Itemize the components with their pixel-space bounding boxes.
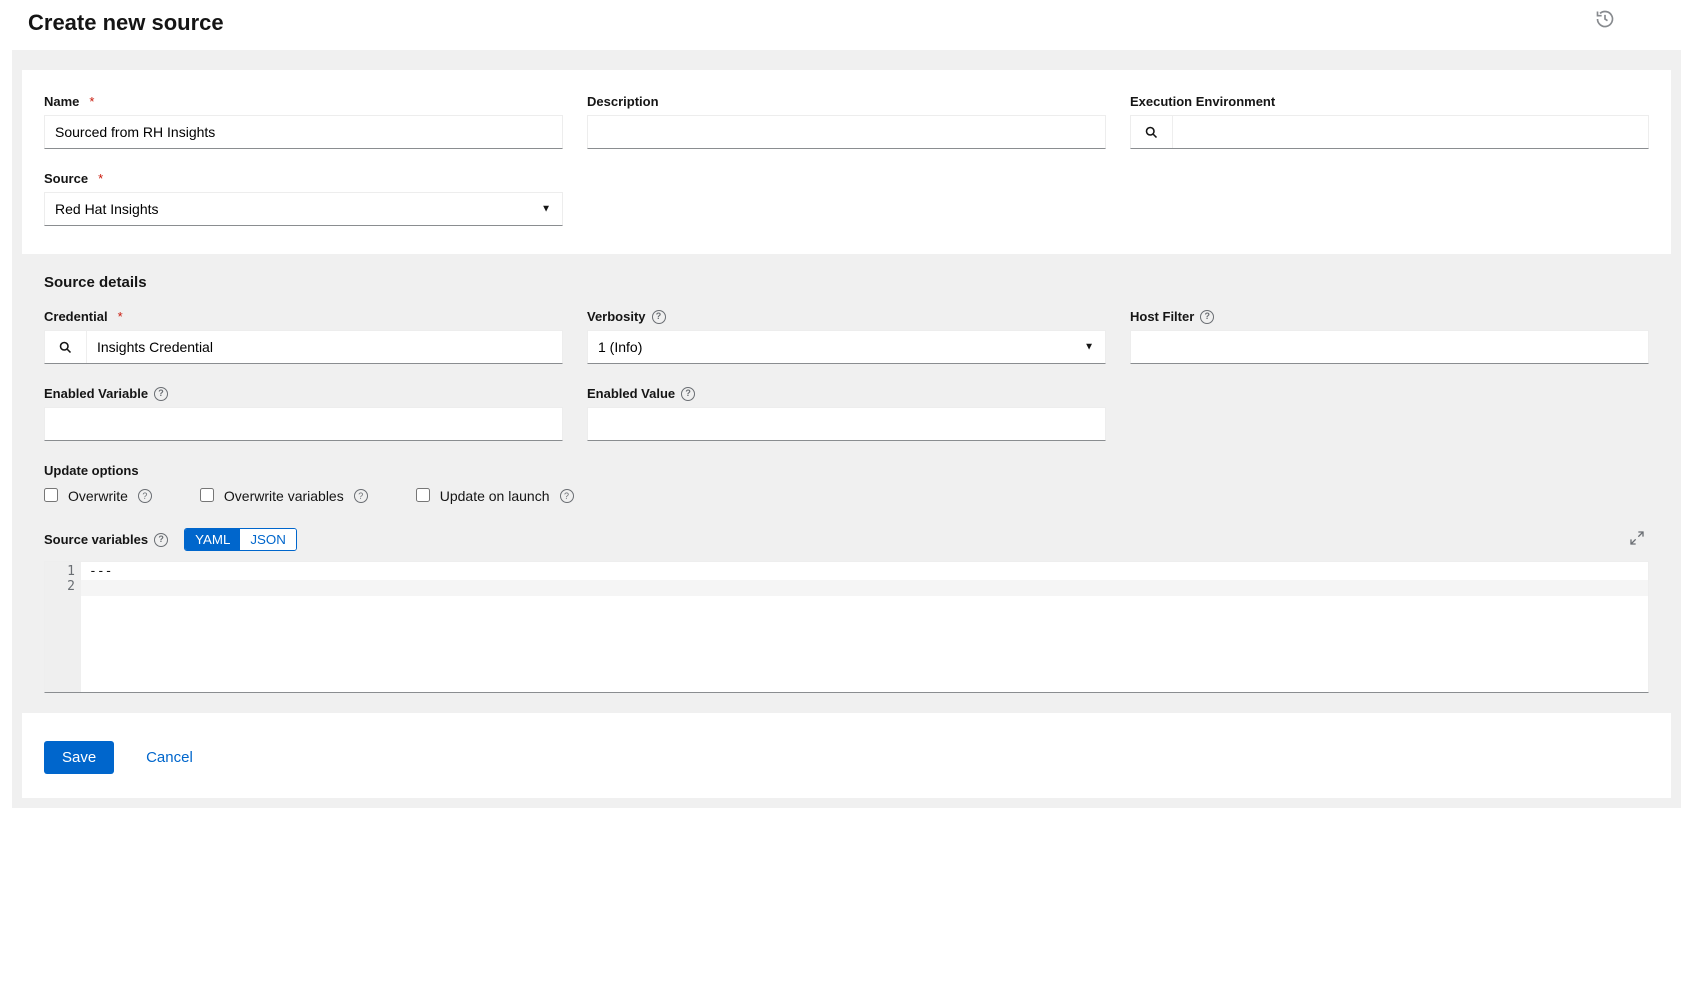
overwrite-checkbox[interactable] <box>44 488 58 502</box>
execution-environment-lookup-button[interactable] <box>1131 116 1173 148</box>
help-icon[interactable]: ? <box>138 489 152 503</box>
description-input[interactable] <box>587 115 1106 149</box>
source-variables-label: Source variables ? <box>44 532 168 547</box>
yaml-toggle[interactable]: YAML <box>185 529 240 550</box>
enabled-variable-label: Enabled Variable ? <box>44 386 563 401</box>
overwrite-variables-label: Overwrite variables <box>224 488 344 504</box>
format-toggle: YAML JSON <box>184 528 297 551</box>
credential-lookup-button[interactable] <box>45 331 87 363</box>
verbosity-select[interactable] <box>587 330 1106 364</box>
basic-fields-section: Name* Description Execution Environment <box>22 70 1671 254</box>
credential-label: Credential* <box>44 309 563 324</box>
help-icon[interactable]: ? <box>154 533 168 547</box>
source-details-section: Source details Credential* Verbosi <box>22 254 1671 713</box>
description-label: Description <box>587 94 1106 109</box>
update-on-launch-label: Update on launch <box>440 488 550 504</box>
overwrite-variables-checkbox[interactable] <box>200 488 214 502</box>
execution-environment-input[interactable] <box>1173 116 1648 148</box>
host-filter-label: Host Filter ? <box>1130 309 1649 324</box>
update-options-label: Update options <box>44 463 1649 478</box>
source-label: Source* <box>44 171 563 186</box>
enabled-value-label: Enabled Value ? <box>587 386 1106 401</box>
credential-input[interactable] <box>87 331 562 363</box>
expand-icon[interactable] <box>1629 530 1645 546</box>
overwrite-option[interactable]: Overwrite ? <box>44 488 152 504</box>
help-icon[interactable]: ? <box>354 489 368 503</box>
source-select[interactable] <box>44 192 563 226</box>
enabled-variable-input[interactable] <box>44 407 563 441</box>
code-line: --- <box>87 564 1642 580</box>
verbosity-label: Verbosity ? <box>587 309 1106 324</box>
form-container: Name* Description Execution Environment <box>12 50 1681 808</box>
cancel-button[interactable]: Cancel <box>136 741 203 774</box>
help-icon[interactable]: ? <box>652 310 666 324</box>
help-icon[interactable]: ? <box>1200 310 1214 324</box>
name-input[interactable] <box>44 115 563 149</box>
source-details-title: Source details <box>44 274 1649 291</box>
source-variables-editor[interactable]: 1 2 --- <box>44 561 1649 693</box>
json-toggle[interactable]: JSON <box>240 529 296 550</box>
help-icon[interactable]: ? <box>681 387 695 401</box>
overwrite-variables-option[interactable]: Overwrite variables ? <box>200 488 368 504</box>
history-icon[interactable] <box>1595 9 1615 29</box>
execution-environment-label: Execution Environment <box>1130 94 1649 109</box>
name-label: Name* <box>44 94 563 109</box>
save-button[interactable]: Save <box>44 741 114 774</box>
page-title: Create new source <box>28 10 224 36</box>
host-filter-input[interactable] <box>1130 330 1649 364</box>
search-icon <box>58 340 73 355</box>
help-icon[interactable]: ? <box>560 489 574 503</box>
enabled-value-input[interactable] <box>587 407 1106 441</box>
search-icon <box>1144 125 1159 140</box>
update-on-launch-option[interactable]: Update on launch ? <box>416 488 574 504</box>
editor-content[interactable]: --- <box>81 562 1648 692</box>
editor-gutter: 1 2 <box>45 562 81 692</box>
overwrite-label: Overwrite <box>68 488 128 504</box>
update-on-launch-checkbox[interactable] <box>416 488 430 502</box>
help-icon[interactable]: ? <box>154 387 168 401</box>
form-footer: Save Cancel <box>22 713 1671 798</box>
editor-row-highlight <box>81 580 1648 596</box>
